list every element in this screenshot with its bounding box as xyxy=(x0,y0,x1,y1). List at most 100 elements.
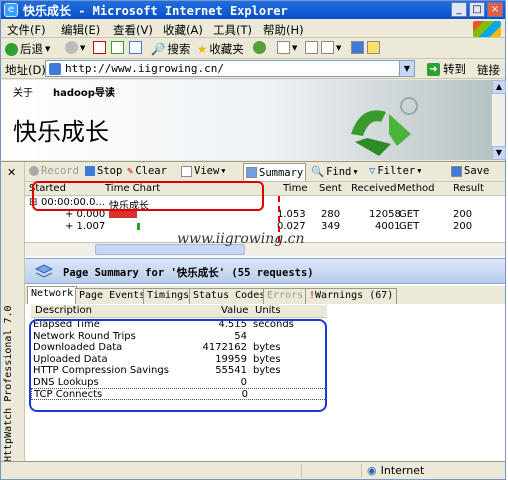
col-units[interactable]: Units xyxy=(255,305,281,316)
nav-hadoop-link[interactable]: hadoop导读 xyxy=(53,84,115,99)
row-received: 4001 xyxy=(375,221,401,232)
refresh-icon xyxy=(111,41,124,54)
go-button[interactable]: ➜ 转到 xyxy=(427,61,466,77)
forward-button[interactable]: ▼ xyxy=(65,41,85,54)
record-icon xyxy=(29,166,39,176)
tab-network[interactable]: Network xyxy=(27,286,78,304)
mail-icon xyxy=(277,41,290,54)
search-button[interactable]: 🔎 搜索 xyxy=(151,41,190,57)
messenger-button[interactable] xyxy=(367,41,380,54)
summary-tabs: Network Page Events Timings Status Codes… xyxy=(25,286,505,304)
zone-indicator: ◉ Internet xyxy=(367,464,424,477)
tab-timings[interactable]: Timings xyxy=(143,288,194,304)
back-arrow-icon xyxy=(5,42,18,56)
minimize-button[interactable]: _ xyxy=(451,2,467,17)
tab-warnings-label: Warnings (67) xyxy=(315,290,394,301)
links-button[interactable]: 链接 xyxy=(477,62,500,78)
clear-button[interactable]: ✎ Clear xyxy=(127,165,167,177)
nav-about-link[interactable]: 关于 xyxy=(13,84,33,99)
stop-page-button[interactable] xyxy=(93,41,106,54)
clear-icon: ✎ xyxy=(127,165,134,177)
favorites-button[interactable]: ★ 收藏夹 xyxy=(197,41,244,57)
record-button[interactable]: Record xyxy=(29,165,79,177)
status-cell xyxy=(301,464,361,478)
httpwatch-sidebar: ✕ HttpWatch Professional 7.0 xyxy=(1,162,25,462)
col-time[interactable]: Time xyxy=(283,183,307,194)
media-icon xyxy=(253,41,266,54)
menu-tools[interactable]: 工具(T) xyxy=(213,22,252,38)
filter-button[interactable]: ▽ Filter ▼ xyxy=(369,165,421,177)
back-button[interactable]: 后退 ▼ xyxy=(5,41,50,57)
media-button[interactable] xyxy=(253,41,266,54)
col-received[interactable]: Received xyxy=(351,183,397,194)
edit-icon xyxy=(321,41,334,54)
summary-label: Summary xyxy=(259,166,304,179)
save-button[interactable]: Save xyxy=(451,165,489,177)
status-cell xyxy=(361,464,362,478)
summary-button[interactable]: Summary xyxy=(243,163,307,181)
summary-icon xyxy=(246,167,257,178)
page-icon xyxy=(49,63,61,75)
scroll-down-icon[interactable]: ▼ xyxy=(492,146,506,160)
maximize-button[interactable]: □ xyxy=(469,2,485,17)
page-summary-title: Page Summary for '快乐成长' (55 requests) xyxy=(63,267,314,279)
page-scrollbar[interactable]: ▲ ▼ xyxy=(491,80,506,160)
summary-table-header: Description Value Units xyxy=(31,305,327,318)
forward-arrow-icon xyxy=(65,41,78,54)
filter-label: Filter xyxy=(377,165,416,177)
col-sent[interactable]: Sent xyxy=(319,183,342,194)
close-panel-icon[interactable]: ✕ xyxy=(7,166,16,179)
page-summary-header: Page Summary for '快乐成长' (55 requests) xyxy=(25,258,505,284)
filter-icon: ▽ xyxy=(369,165,376,177)
timing-bar xyxy=(137,223,140,230)
tab-page-events[interactable]: Page Events xyxy=(75,288,150,304)
col-method[interactable]: Method xyxy=(397,183,435,194)
clear-label: Clear xyxy=(135,165,167,177)
save-label: Save xyxy=(464,165,490,177)
view-button[interactable]: View ▼ xyxy=(181,165,226,177)
stop-label: Stop xyxy=(97,165,123,177)
title-bar: e 快乐成长 - Microsoft Internet Explorer _ □… xyxy=(1,1,505,19)
row-started: + 1.007 xyxy=(65,221,106,232)
menu-help[interactable]: 帮助(H) xyxy=(263,22,304,38)
row-received: 12058 xyxy=(369,209,401,220)
go-arrow-icon: ➜ xyxy=(427,62,440,76)
menu-bar: 文件(F) 编辑(E) 查看(V) 收藏(A) 工具(T) 帮助(H) xyxy=(1,19,505,38)
find-button[interactable]: 🔍 Find ▼ xyxy=(311,165,358,179)
print-button[interactable] xyxy=(305,41,318,54)
print-icon xyxy=(305,41,318,54)
refresh-button[interactable] xyxy=(111,41,124,54)
scroll-up-icon[interactable]: ▲ xyxy=(492,80,506,94)
menu-favorites[interactable]: 收藏(A) xyxy=(163,22,203,38)
tab-status-codes[interactable]: Status Codes xyxy=(189,288,270,304)
discuss-button[interactable] xyxy=(351,41,364,54)
status-bar: ◉ Internet xyxy=(1,461,505,479)
menu-file[interactable]: 文件(F) xyxy=(7,22,46,38)
ie-icon: e xyxy=(4,3,18,17)
address-dropdown[interactable]: ▼ xyxy=(399,61,414,76)
stop-button[interactable]: Stop xyxy=(85,165,122,177)
home-button[interactable] xyxy=(129,41,142,54)
site-title: 快乐成长 xyxy=(13,118,109,146)
col-value[interactable]: Value xyxy=(221,305,248,316)
close-button[interactable]: × xyxy=(487,2,503,17)
col-description[interactable]: Description xyxy=(35,305,92,316)
address-url: http://www.iigrowing.cn/ xyxy=(65,62,224,75)
tab-errors[interactable]: Errors xyxy=(263,288,308,304)
address-input[interactable]: http://www.iigrowing.cn/ ▼ xyxy=(45,60,415,77)
col-result[interactable]: Result xyxy=(453,183,484,194)
stop-icon xyxy=(93,41,106,54)
row-time: 1.053 xyxy=(277,209,306,220)
save-icon xyxy=(451,165,462,177)
edit-button[interactable]: ▼ xyxy=(321,41,341,54)
mail-button[interactable]: ▼ xyxy=(277,41,297,54)
find-label: Find xyxy=(326,165,352,178)
tab-warnings[interactable]: !Warnings (67) xyxy=(305,288,398,304)
record-label: Record xyxy=(41,165,79,177)
ie-toolbar: 后退 ▼ ▼ 🔎 搜索 ★ 收藏夹 ▼ ▼ xyxy=(1,39,505,59)
search-icon: 🔎 xyxy=(151,42,166,56)
find-icon: 🔍 xyxy=(311,166,325,178)
timing-bar xyxy=(109,211,137,218)
menu-view[interactable]: 查看(V) xyxy=(113,22,153,38)
menu-edit[interactable]: 编辑(E) xyxy=(61,22,100,38)
